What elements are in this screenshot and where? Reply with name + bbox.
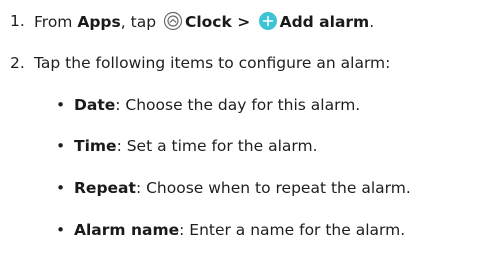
page: { "steps": [ { "number": "1.", "text_1":… (0, 0, 499, 253)
step-text-tap: , tap (120, 13, 161, 31)
step-text-end: . (369, 13, 375, 31)
apps-label: Apps (77, 13, 121, 31)
item-term: Time (74, 137, 117, 155)
item-description: : Choose when to repeat the alarm. (135, 179, 411, 197)
step-text: Tap the following items to configure an … (34, 54, 391, 72)
bullet: • (56, 96, 66, 114)
bullet: • (56, 179, 66, 197)
item-term: Repeat (74, 179, 136, 197)
add-circle-icon (258, 11, 278, 36)
clock-app-icon (163, 11, 183, 36)
step-number: 1. (10, 12, 25, 30)
step-separator: > (231, 13, 256, 31)
bullet: • (56, 137, 66, 155)
item-description: : Set a time for the alarm. (116, 137, 318, 155)
bullet: • (56, 221, 66, 239)
step-number: 2. (10, 54, 25, 72)
add-alarm-label: Add alarm (279, 13, 370, 31)
step-text-prefix: From (34, 13, 78, 31)
clock-label: Clock (184, 13, 232, 31)
list-item-text: Alarm name: Enter a name for the alarm. (74, 220, 405, 240)
list-item-text: Repeat: Choose when to repeat the alarm. (74, 178, 411, 198)
item-description: : Choose the day for this alarm. (115, 96, 361, 114)
step-text: From Apps, tap Clock > Add alarm. (34, 11, 374, 36)
item-term: Date (74, 96, 116, 114)
list-item-text: Date: Choose the day for this alarm. (74, 95, 360, 115)
list-item-text: Time: Set a time for the alarm. (74, 136, 318, 156)
item-description: : Enter a name for the alarm. (179, 221, 406, 239)
item-term: Alarm name (74, 221, 180, 239)
